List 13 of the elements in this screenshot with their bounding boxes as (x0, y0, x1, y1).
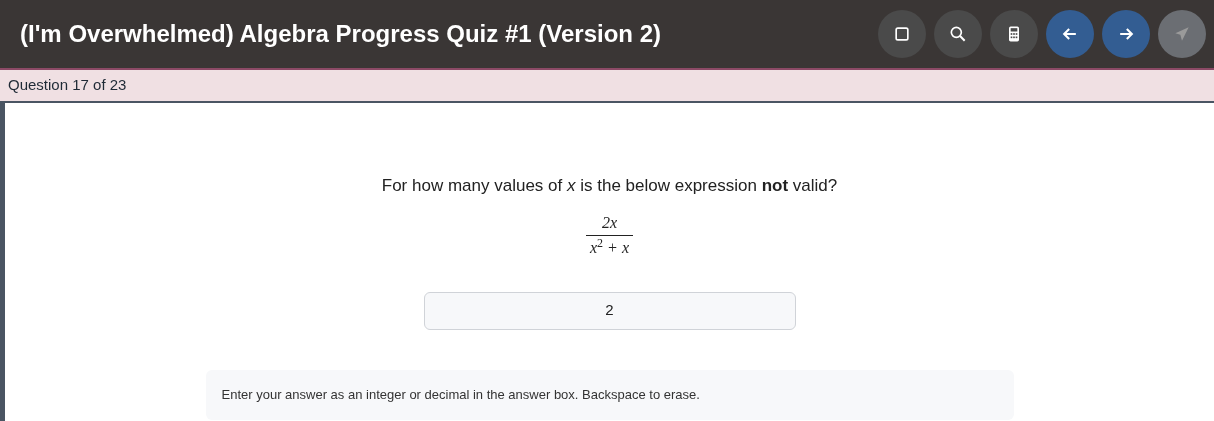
answer-box[interactable]: 2 (423, 291, 796, 330)
search-icon (948, 24, 968, 44)
forward-button[interactable] (1102, 10, 1150, 58)
back-button[interactable] (1046, 10, 1094, 58)
quiz-title: (I'm Overwhelmed) Algebra Progress Quiz #1 (Version 2) (20, 19, 662, 49)
calculator-button[interactable] (990, 10, 1038, 58)
fraction: 2x x$^{2}$ + x (586, 210, 633, 260)
question-counter: Question 17 of 23 (8, 75, 127, 96)
square-button[interactable] (878, 10, 926, 58)
square-icon (892, 24, 912, 44)
hint-text: Enter your answer as an integer or decimal in the answer box. Backspace to erase. (205, 369, 1014, 420)
question-text: For how many values of x is the below expression not valid? (381, 175, 838, 197)
search-button[interactable] (934, 10, 982, 58)
